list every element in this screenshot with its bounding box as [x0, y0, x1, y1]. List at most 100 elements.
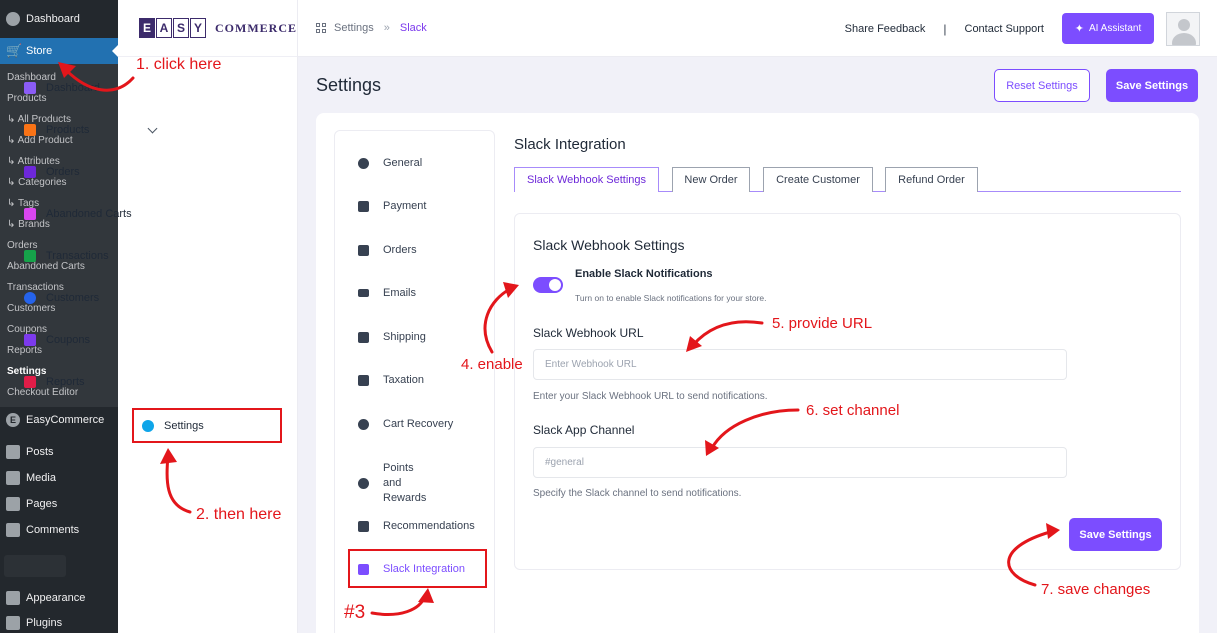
card-save-settings-button[interactable]: Save Settings [1069, 518, 1162, 551]
tab-create-customer[interactable]: Create Customer [763, 167, 873, 192]
save-settings-button[interactable]: Save Settings [1106, 69, 1198, 102]
page-title: Settings [316, 75, 382, 95]
settings-nav-slack[interactable]: Slack Integration [358, 563, 465, 575]
mail-icon [358, 289, 369, 297]
ai-assistant-button[interactable]: ✦ AI Assistant [1062, 13, 1154, 44]
logo-letter: A [156, 18, 172, 38]
wp-menu-easycommerce[interactable]: E EasyCommerce [0, 407, 118, 433]
breadcrumb-settings[interactable]: Settings [334, 22, 374, 34]
toggle-help: Turn on to enable Slack notifications fo… [575, 293, 767, 303]
paintbrush-icon [6, 590, 20, 605]
pages-icon [6, 496, 20, 511]
wp-menu-appearance[interactable]: Appearance [0, 585, 118, 610]
webhook-url-help: Enter your Slack Webhook URL to send not… [533, 391, 768, 402]
settings-nav-recommendations[interactable]: Recommendations [358, 520, 475, 532]
recovery-icon [358, 418, 369, 430]
easycommerce-logo[interactable]: E A S Y COMMERCE [118, 0, 297, 57]
ec-nav-coupons[interactable]: Coupons [16, 324, 164, 356]
annotation-step-4: 4. enable [461, 356, 523, 373]
bag-icon [24, 166, 36, 178]
report-icon [24, 376, 36, 388]
wp-menu-posts[interactable]: Posts [0, 439, 118, 465]
logo-mark: E A S Y [139, 18, 207, 38]
top-bar: Settings » Slack Share Feedback | Contac… [298, 0, 1217, 57]
easycommerce-icon: E [6, 413, 20, 427]
wp-menu-store[interactable]: 🛒 Store [0, 38, 118, 64]
comments-icon [6, 522, 20, 537]
tab-webhook-settings[interactable]: Slack Webhook Settings [514, 167, 659, 192]
gear-icon [142, 419, 154, 432]
dashboard-icon [24, 82, 36, 94]
logo-wordmark: COMMERCE [215, 20, 297, 35]
recommend-icon [358, 520, 369, 532]
ec-nav-settings[interactable]: Settings [132, 408, 282, 443]
app-channel-help: Specify the Slack channel to send notifi… [533, 488, 742, 499]
annotation-step-7: 7. save changes [1041, 581, 1151, 598]
settings-nav-cart-recovery[interactable]: Cart Recovery [358, 418, 453, 430]
cart-icon: 🛒 [6, 43, 23, 58]
ec-nav-abandoned-carts[interactable]: Abandoned Carts [16, 198, 164, 230]
tax-icon [358, 374, 369, 386]
breadcrumb-separator: » [383, 22, 390, 34]
ec-nav-customers[interactable]: Customers [16, 282, 164, 314]
contact-support-link[interactable]: Contact Support [965, 23, 1045, 35]
settings-nav-emails[interactable]: Emails [358, 287, 416, 299]
toggle-label: Enable Slack Notifications [575, 268, 713, 280]
tab-new-order[interactable]: New Order [672, 167, 750, 192]
wp-menu-comments[interactable]: Comments [0, 516, 118, 543]
annotation-step-3: #3 [344, 602, 366, 623]
logo-letter: Y [190, 18, 206, 38]
annotation-step-5: 5. provide URL [772, 315, 873, 332]
blurred-menu-item [4, 555, 66, 577]
app-channel-input[interactable] [533, 447, 1067, 478]
chevron-down-icon[interactable] [147, 123, 158, 134]
settings-nav-points[interactable]: Points and Rewards [358, 461, 434, 506]
content-title: Slack Integration [514, 136, 626, 153]
wp-menu-plugins[interactable]: Plugins [0, 610, 118, 633]
breadcrumb: Settings » Slack [316, 22, 427, 34]
tab-refund-order[interactable]: Refund Order [885, 167, 978, 192]
app-channel-label: Slack App Channel [533, 423, 635, 437]
share-feedback-link[interactable]: Share Feedback [845, 23, 926, 35]
plugin-icon [6, 615, 20, 630]
ec-nav-reports[interactable]: Reports [16, 366, 164, 398]
logo-letter: E [139, 18, 155, 38]
annotation-step-1: 1. click here [136, 56, 222, 73]
grid-icon [316, 23, 326, 33]
ec-nav-transactions[interactable]: Transactions [16, 240, 164, 272]
annotation-step-6: 6. set channel [806, 402, 900, 419]
settings-nav-payment[interactable]: Payment [358, 200, 426, 212]
bag-icon [358, 244, 369, 256]
pin-icon [6, 445, 20, 459]
cart-icon [24, 208, 36, 220]
avatar[interactable] [1166, 11, 1200, 46]
shipping-icon [358, 331, 369, 343]
settings-nav-taxation[interactable]: Taxation [358, 374, 424, 386]
enable-slack-toggle[interactable] [533, 277, 563, 293]
reset-settings-button[interactable]: Reset Settings [994, 69, 1090, 102]
wp-menu-pages[interactable]: Pages [0, 491, 118, 516]
slack-icon [358, 563, 369, 575]
points-icon [358, 478, 369, 489]
sparkle-icon: ✦ [1074, 23, 1084, 35]
ec-nav-orders[interactable]: Orders [16, 156, 164, 188]
tab-bar: Slack Webhook Settings New Order Create … [514, 167, 1181, 192]
media-icon [6, 471, 20, 485]
settings-nav-shipping[interactable]: Shipping [358, 331, 426, 343]
ticket-icon [24, 334, 36, 346]
ec-nav-products[interactable]: Products [16, 114, 164, 146]
cash-icon [24, 250, 36, 262]
wp-menu-dashboard[interactable]: Dashboard [0, 0, 118, 38]
settings-nav-orders[interactable]: Orders [358, 244, 417, 256]
top-actions: Share Feedback | Contact Support ✦ AI As… [845, 0, 1217, 57]
logo-letter: S [173, 18, 189, 38]
gear-icon [358, 157, 369, 169]
dashboard-icon [6, 12, 20, 26]
card-icon [358, 200, 369, 212]
settings-nav-general[interactable]: General [358, 157, 422, 169]
card-title: Slack Webhook Settings [533, 237, 685, 253]
ec-nav-dashboard[interactable]: Dashboard [16, 72, 164, 104]
wp-menu-media[interactable]: Media [0, 465, 118, 491]
webhook-url-input[interactable] [533, 349, 1067, 380]
breadcrumb-current: Slack [399, 22, 427, 34]
